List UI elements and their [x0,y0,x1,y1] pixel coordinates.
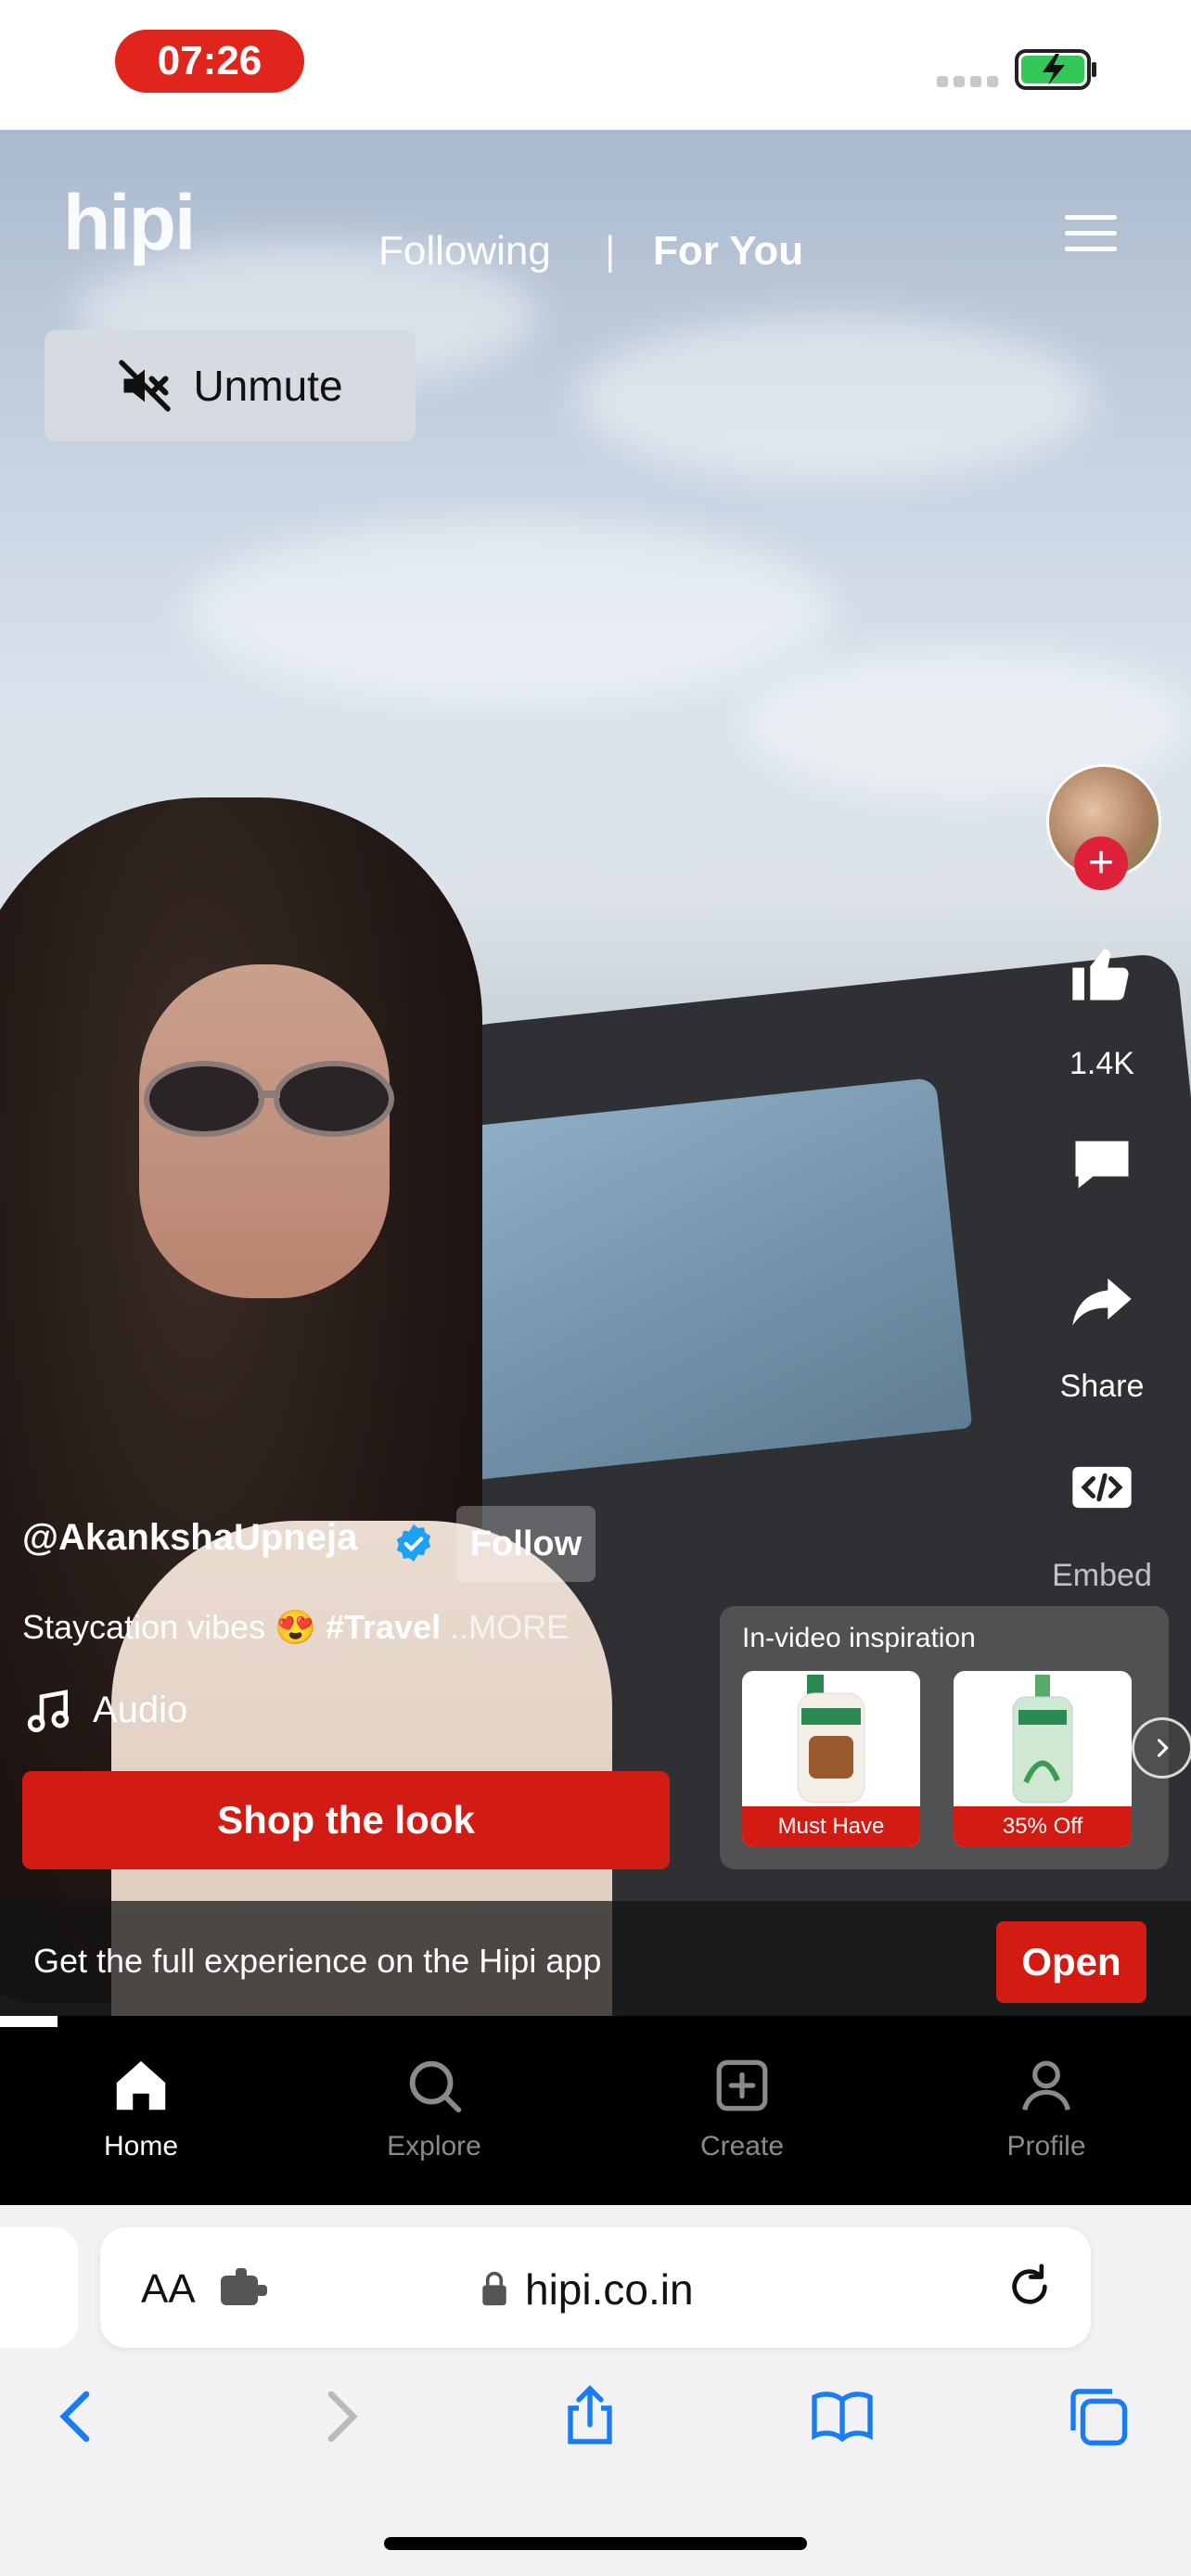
nav-explore-label: Explore [387,2131,481,2162]
url-text[interactable]: hipi.co.in [525,2264,694,2315]
share-icon[interactable] [1067,1267,1137,1337]
share-sheet-icon[interactable] [557,2383,623,2450]
nav-create-label: Create [699,2131,785,2162]
open-app-button[interactable]: Open [996,1921,1146,2003]
home-icon [116,2060,166,2111]
previous-tab-preview[interactable] [0,2227,78,2348]
product-card[interactable]: Must Have [742,1671,920,1847]
unmute-button[interactable]: Unmute [45,330,416,441]
nav-create[interactable]: Create [640,2053,844,2162]
comment-icon[interactable] [1067,1129,1137,1200]
post-caption: Staycation vibes 😍 #Travel ..MORE [22,1608,569,1647]
embed-label: Embed [1052,1558,1152,1593]
battery-charging-icon [1015,49,1096,90]
nav-home-label: Home [103,2131,179,2162]
user-icon [1022,2060,1070,2111]
reader-aa-button[interactable]: AA [141,2266,196,2313]
tab-for-you[interactable]: For You [653,228,803,274]
product-badge: 35% Off [954,1806,1132,1847]
music-note-icon[interactable] [22,1686,74,1738]
embed-icon[interactable] [1067,1452,1137,1523]
hamburger-menu-icon[interactable] [1065,215,1117,252]
follow-plus-icon[interactable]: + [1074,836,1128,890]
search-icon [409,2060,462,2113]
video-progress-bar[interactable] [0,2016,58,2027]
follow-button[interactable]: Follow [456,1506,596,1582]
chevron-right-icon[interactable] [1132,1717,1191,1779]
forward-icon[interactable] [306,2383,373,2450]
hipi-logo[interactable]: hipi [63,178,196,268]
tab-following[interactable]: Following [378,228,551,274]
app-banner-text: Get the full experience on the Hipi app [33,1942,602,1980]
car-window-image [418,1077,973,1483]
hashtag-link[interactable]: #Travel [326,1608,441,1646]
audio-label[interactable]: Audio [93,1690,187,1731]
back-icon[interactable] [45,2383,111,2450]
home-indicator [384,2537,807,2550]
signal-icon [937,76,998,89]
reload-icon[interactable] [1004,2261,1056,2313]
nav-profile-label: Profile [1006,2131,1086,2162]
lock-icon [482,2271,506,2306]
nav-explore[interactable]: Explore [332,2053,536,2162]
nav-profile[interactable]: Profile [944,2053,1148,2162]
inspiration-title: In-video inspiration [742,1623,976,1653]
unmute-label: Unmute [193,362,343,410]
plus-square-icon [716,2060,768,2111]
tabs-icon[interactable] [1065,2383,1132,2450]
product-card[interactable]: 35% Off [954,1671,1132,1847]
creator-username[interactable]: @AkankshaUpneja [22,1517,357,1559]
like-icon[interactable] [1067,938,1137,1009]
caption-text: Staycation vibes 😍 [22,1608,326,1646]
tab-divider: | [605,228,616,274]
more-link[interactable]: ..MORE [441,1608,569,1646]
nav-home[interactable]: Home [39,2053,243,2162]
facewash-bottle-image [1012,1675,1073,1804]
sunglasses-image [144,1061,394,1137]
like-count: 1.4K [1069,1046,1134,1081]
shop-the-look-button[interactable]: Shop the look [22,1771,670,1869]
lotion-bottle-image [797,1675,865,1804]
status-time: 07:26 [115,30,304,93]
extension-icon[interactable] [219,2268,271,2309]
speaker-muted-icon [119,360,172,412]
share-label: Share [1059,1369,1145,1404]
product-badge: Must Have [742,1806,920,1847]
verified-badge-icon [396,1524,431,1562]
bookmarks-icon[interactable] [809,2383,876,2450]
